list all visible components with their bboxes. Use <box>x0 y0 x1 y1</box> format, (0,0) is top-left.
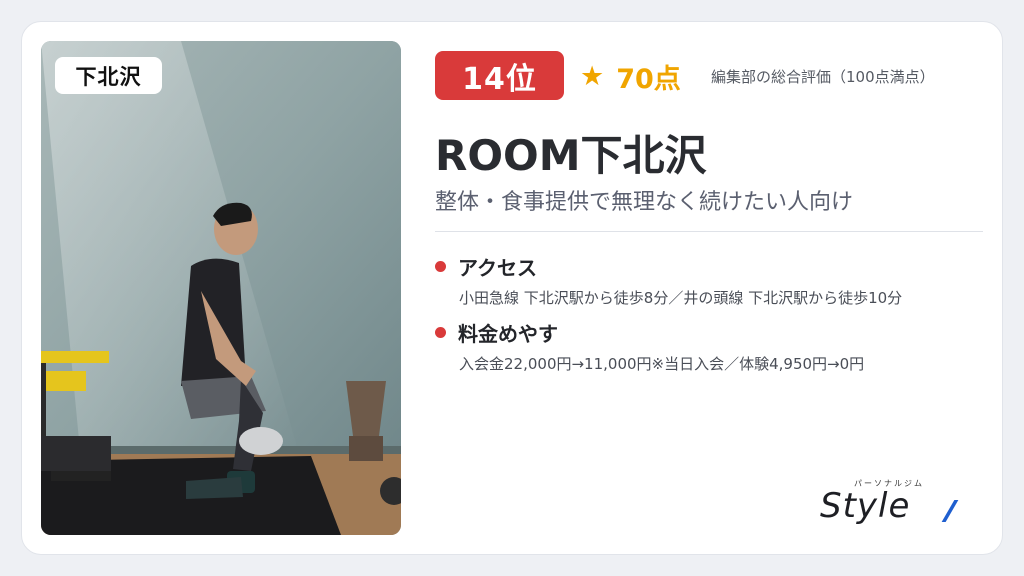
access-text: 小田急線 下北沢駅から徒歩8分／井の頭線 下北沢駅から徒歩10分 <box>459 289 903 307</box>
bullet-dot-icon <box>435 261 446 272</box>
logo-slash-icon <box>941 500 959 522</box>
price-text: 入会金22,000円→11,000円※当日入会／体験4,950円→0円 <box>459 355 865 373</box>
editor-score: ★ 70点 <box>580 56 681 96</box>
score-value: 70点 <box>616 63 681 95</box>
logo-word: Style <box>820 486 911 526</box>
score-note: 編集部の総合評価（100点満点） <box>711 68 935 86</box>
style-logo: パーソナルジム Style <box>820 478 965 526</box>
star-icon: ★ <box>580 60 605 92</box>
gym-photo <box>41 41 401 535</box>
access-label: アクセス <box>458 256 537 280</box>
gym-tagline: 整体・食事提供で無理なく続けたい人向け <box>435 190 854 215</box>
area-tag: 下北沢 <box>55 57 162 94</box>
price-label: 料金めやす <box>458 322 558 346</box>
divider <box>435 231 983 232</box>
price-info: 料金めやす 入会金22,000円→11,000円※当日入会／体験4,950円→0… <box>435 318 864 374</box>
bullet-dot-icon <box>435 327 446 338</box>
access-info: アクセス 小田急線 下北沢駅から徒歩8分／井の頭線 下北沢駅から徒歩10分 <box>435 252 902 308</box>
gym-name: ROOM下北沢 <box>435 131 707 180</box>
rank-badge: 14位 <box>435 51 564 100</box>
